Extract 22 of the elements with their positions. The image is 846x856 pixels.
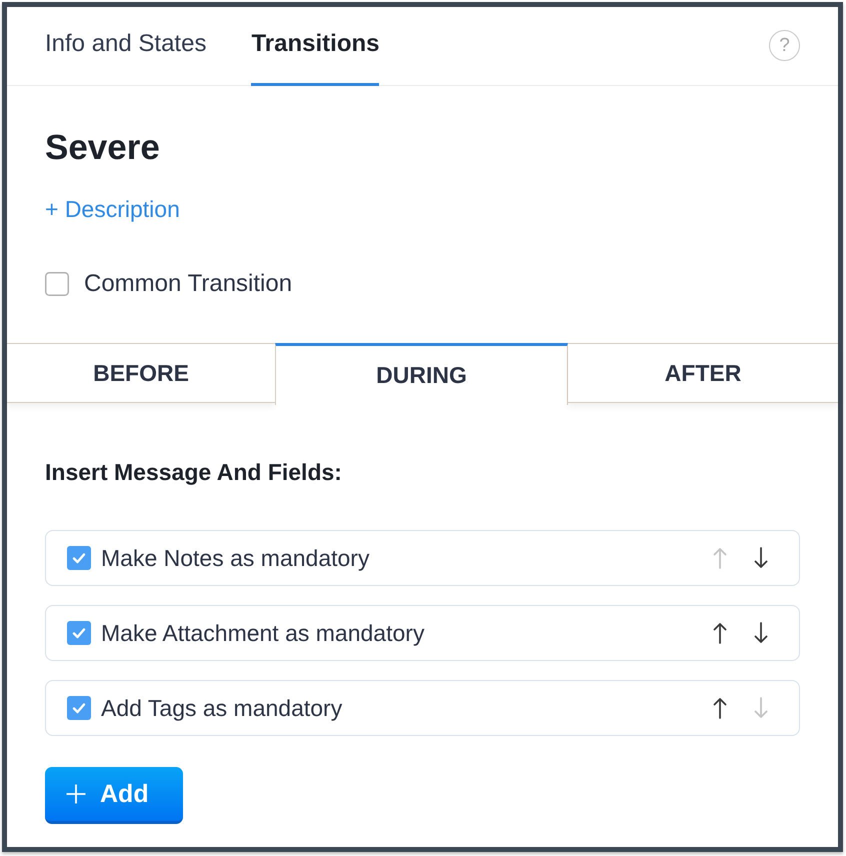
field-rule-label: Make Notes as mandatory [101,544,370,572]
checkbox[interactable] [67,621,91,645]
arrow-up-icon[interactable] [713,622,727,644]
header-tab[interactable]: Info and States [45,7,206,86]
checkbox[interactable] [67,696,91,720]
arrow-up-icon[interactable] [713,697,727,719]
field-rule-label: Make Attachment as mandatory [101,619,424,647]
arrow-down-icon[interactable] [754,547,768,569]
checkbox[interactable] [67,546,91,570]
checkbox[interactable] [45,272,69,296]
field-rule-label: Add Tags as mandatory [101,694,342,722]
phase-tab[interactable]: DURING [275,343,568,405]
arrow-down-icon[interactable] [754,622,768,644]
header-tab[interactable]: Transitions [251,7,380,86]
phase-tab[interactable]: BEFORE [7,343,275,403]
state-title: Severe [45,128,160,168]
add-button[interactable]: Add [45,767,183,824]
phase-tab[interactable]: AFTER [568,343,838,403]
plus-icon [66,784,86,804]
checkbox-label: Common Transition [84,270,292,298]
add-description-link[interactable]: + Description [45,195,180,223]
section-heading: Insert Message And Fields: [45,458,342,486]
